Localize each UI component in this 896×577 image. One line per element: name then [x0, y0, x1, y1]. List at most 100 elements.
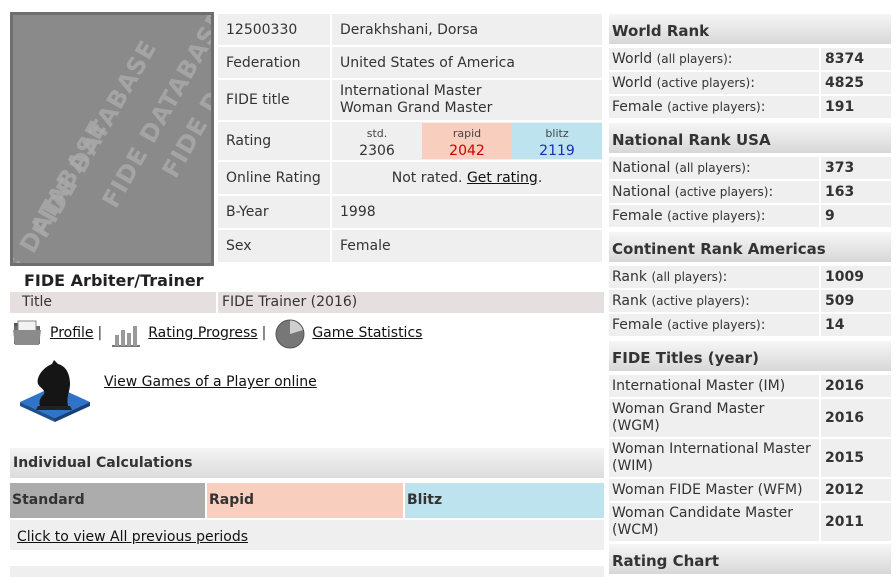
standard-tab[interactable]: Standard	[10, 483, 205, 518]
bar-chart-icon[interactable]	[110, 317, 142, 349]
rank-row: World (all players): 8374	[609, 48, 891, 70]
fide-titles-table: International Master (IM) 2016 Woman Gra…	[609, 373, 891, 543]
rank-label: National (all players):	[609, 157, 819, 179]
fide-title-line: International Master	[340, 83, 482, 99]
title-name: Woman FIDE Master (WFM)	[609, 479, 819, 501]
rating-progress-link[interactable]: Rating Progress	[148, 325, 257, 341]
continent-rank-header: Continent Rank Americas	[609, 232, 891, 262]
arbiter-title-row: Title FIDE Trainer (2016)	[10, 292, 604, 313]
rank-label: Rank (all players):	[609, 266, 819, 288]
arbiter-title-label: Title	[10, 292, 216, 313]
world-rank-table: World (all players): 8374 World (active …	[609, 46, 891, 120]
fide-title-label: FIDE title	[218, 80, 330, 120]
view-games-link[interactable]: View Games of a Player online	[104, 374, 317, 390]
fide-title-value: International Master Woman Grand Master	[332, 80, 602, 120]
rank-label: World (all players):	[609, 48, 819, 70]
std-rating-value: 2306	[359, 143, 395, 159]
title-row: Woman Candidate Master (WCM) 2011	[609, 503, 891, 541]
continent-rank-table: Rank (all players): 1009 Rank (active pl…	[609, 264, 891, 338]
title-row: Woman International Master (WIM) 2015	[609, 439, 891, 477]
rank-value: 1009	[819, 266, 891, 288]
byear-label: B-Year	[218, 196, 330, 228]
rank-row: Female (active players): 9	[609, 205, 891, 227]
photo-watermark: FIDE DATABASE	[13, 115, 113, 263]
rank-row: Female (active players): 191	[609, 96, 891, 118]
profile-table: 12500330 Derakhshani, Dorsa Federation U…	[216, 12, 604, 264]
title-year: 2016	[819, 399, 891, 437]
previous-periods-link[interactable]: Click to view All previous periods	[17, 529, 248, 545]
rating-box: std. 2306 rapid 2042 blitz 2119	[332, 122, 602, 160]
profile-links: Profile | Rating Progress | Game Statist…	[12, 316, 422, 350]
blitz-rating-value: 2119	[539, 143, 575, 159]
folder-icon[interactable]	[12, 317, 44, 349]
title-year: 2015	[819, 439, 891, 477]
not-rated-text: Not rated.	[391, 170, 463, 186]
title-row: Woman Grand Master (WGM) 2016	[609, 399, 891, 437]
byear-value: 1998	[332, 196, 602, 228]
title-year: 2016	[819, 375, 891, 397]
title-row: International Master (IM) 2016	[609, 375, 891, 397]
sex-value: Female	[332, 230, 602, 262]
rank-value: 509	[819, 290, 891, 312]
rank-row: World (active players): 4825	[609, 72, 891, 94]
separator: |	[97, 325, 103, 341]
rank-label: Female (active players):	[609, 96, 819, 118]
pie-chart-icon[interactable]	[274, 317, 306, 349]
rapid-tab[interactable]: Rapid	[207, 483, 403, 518]
rating-label: Rating	[218, 122, 330, 160]
rating-chart-header: Rating Chart	[609, 544, 891, 574]
title-row: Woman FIDE Master (WFM) 2012	[609, 479, 891, 501]
separator: |	[261, 325, 267, 341]
rank-value: 4825	[819, 72, 891, 94]
rank-row: Female (active players): 14	[609, 314, 891, 336]
rank-value: 373	[819, 157, 891, 179]
std-rating: std. 2306	[332, 123, 422, 159]
rank-row: Rank (all players): 1009	[609, 266, 891, 288]
title-name: Woman International Master (WIM)	[609, 439, 819, 477]
national-rank-table: National (all players): 373 National (ac…	[609, 155, 891, 229]
arbiter-title-value: FIDE Trainer (2016)	[216, 292, 604, 313]
national-rank-header: National Rank USA	[609, 123, 891, 153]
blitz-tab[interactable]: Blitz	[405, 483, 604, 518]
profile-link[interactable]: Profile	[50, 325, 94, 341]
rank-row: National (all players): 373	[609, 157, 891, 179]
fide-titles-header: FIDE Titles (year)	[609, 341, 891, 371]
federation-label: Federation	[218, 47, 330, 78]
title-name: International Master (IM)	[609, 375, 819, 397]
rapid-rating: rapid 2042	[422, 123, 512, 159]
rank-value: 163	[819, 181, 891, 203]
rank-row: National (active players): 163	[609, 181, 891, 203]
rank-label: Female (active players):	[609, 205, 819, 227]
federation-value: United States of America	[332, 47, 602, 78]
blitz-rating: blitz 2119	[512, 123, 602, 159]
sex-label: Sex	[218, 230, 330, 262]
blitz-rating-label: blitz	[545, 127, 569, 140]
rank-value: 9	[819, 205, 891, 227]
game-statistics-link[interactable]: Game Statistics	[312, 325, 422, 341]
bottom-band	[10, 566, 604, 577]
chess-knight-icon[interactable]	[16, 356, 94, 422]
title-name: Woman Candidate Master (WCM)	[609, 503, 819, 541]
player-photo: FIDE DATABASE FIDE DATABASE FIDE DATABAS…	[10, 12, 214, 266]
online-rating-value: Not rated. Get rating.	[332, 162, 602, 194]
period: .	[537, 170, 543, 186]
rank-value: 14	[819, 314, 891, 336]
rank-value: 8374	[819, 48, 891, 70]
rapid-rating-label: rapid	[452, 127, 482, 140]
title-year: 2012	[819, 479, 891, 501]
rank-label: World (active players):	[609, 72, 819, 94]
player-id: 12500330	[218, 14, 330, 45]
world-rank-header: World Rank	[609, 14, 891, 44]
rapid-rating-value: 2042	[449, 143, 485, 159]
online-rating-label: Online Rating	[218, 162, 330, 194]
title-year: 2011	[819, 503, 891, 541]
title-name: Woman Grand Master (WGM)	[609, 399, 819, 437]
std-rating-label: std.	[366, 127, 388, 140]
arbiter-heading: FIDE Arbiter/Trainer	[24, 271, 204, 290]
rank-value: 191	[819, 96, 891, 118]
get-rating-link[interactable]: Get rating	[467, 170, 538, 186]
fide-title-line: Woman Grand Master	[340, 100, 493, 116]
rank-label: National (active players):	[609, 181, 819, 203]
player-name: Derakhshani, Dorsa	[332, 14, 602, 45]
individual-calculations-header: Individual Calculations	[10, 448, 604, 478]
